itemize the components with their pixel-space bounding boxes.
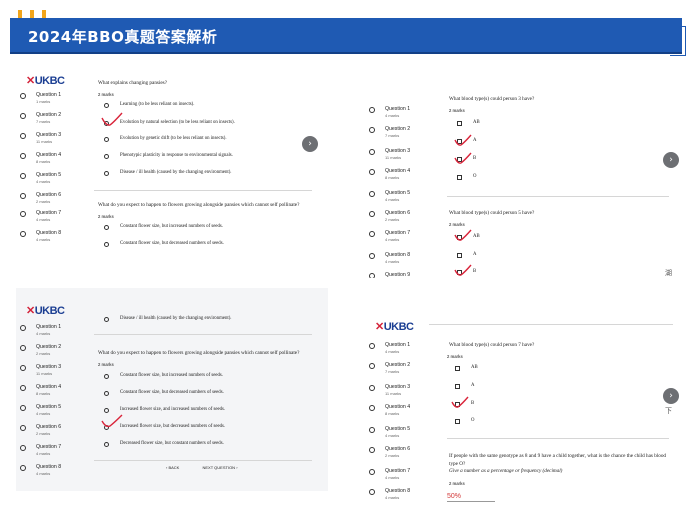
red-tick-mark: [454, 152, 472, 164]
question-nav-item[interactable]: Question 74 marks: [20, 210, 90, 228]
question-nav-item[interactable]: Question 54 marks: [369, 426, 439, 444]
question-hint: Give a number as a percentage or frequen…: [449, 468, 563, 474]
red-tick-mark: [451, 396, 469, 408]
page-title: 2024年BBO真题答案解析: [28, 28, 218, 46]
question-nav-item[interactable]: Question 62 marks: [369, 210, 439, 228]
side-watermark: 湖: [665, 269, 672, 277]
question-nav-item[interactable]: Question 54 marks: [20, 404, 90, 422]
screenshot-panel-4: ✕UKBC Question 14 marks Question 27 mark…: [367, 308, 680, 504]
question-text: What blood type(s) could person 7 have?: [449, 342, 535, 348]
question-nav-item[interactable]: Question 54 marks: [20, 172, 90, 190]
question-marks: 2 marks: [449, 481, 465, 486]
question-nav-item[interactable]: Question 22 marks: [20, 344, 90, 362]
screenshot-panel-3: Question 14 marks Question 27 marks Ques…: [367, 76, 680, 278]
ukbc-logo: ✕UKBC: [26, 75, 65, 87]
question-marks: 2 marks: [98, 214, 114, 219]
next-question-button[interactable]: NEXT QUESTION ›: [202, 465, 238, 470]
question-nav-item[interactable]: Question 84 marks: [20, 464, 90, 482]
divider: [447, 196, 669, 197]
question-nav-item[interactable]: Question 84 marks: [20, 230, 90, 248]
question-nav-item[interactable]: Question 62 marks: [369, 446, 439, 464]
question-nav-item[interactable]: Question 27 marks: [369, 362, 439, 380]
question-nav-item[interactable]: Question 54 marks: [369, 190, 439, 208]
question-text: What blood type(s) could person 3 have?: [449, 96, 535, 102]
red-tick-mark: [454, 134, 472, 146]
next-arrow-button[interactable]: ›: [663, 388, 679, 404]
screenshot-panel-2: ✕UKBC Disease / ill health (caused by th…: [16, 288, 328, 491]
next-arrow-button[interactable]: ›: [302, 136, 318, 152]
question-text: What do you expect to happen to flowers …: [98, 350, 300, 356]
question-nav-item[interactable]: Question 14 marks: [20, 324, 90, 342]
question-marks: 2 marks: [447, 354, 463, 359]
question-nav-item[interactable]: Question 84 marks: [369, 488, 439, 504]
red-tick-mark: [454, 229, 472, 241]
question-nav-item[interactable]: Question 84 marks: [369, 252, 439, 270]
red-tick-mark: [454, 264, 472, 276]
question-nav-item[interactable]: Question 48 marks: [20, 152, 90, 170]
divider: [94, 460, 312, 461]
back-button[interactable]: ‹ BACK: [166, 465, 179, 470]
question-nav-item[interactable]: Question 14 marks: [369, 106, 439, 124]
question-nav-item[interactable]: Question 3 11 marks: [20, 132, 90, 150]
ukbc-logo: ✕UKBC: [375, 321, 414, 333]
side-watermark: 下: [665, 407, 672, 415]
question-nav-item[interactable]: Question 3 11 marks: [20, 364, 90, 382]
question-text: What do you expect to happen to flowers …: [98, 202, 300, 208]
divider: [94, 190, 312, 191]
answer-input[interactable]: 50%: [447, 493, 461, 500]
question-nav-item[interactable]: Question 27 marks: [369, 126, 439, 144]
question-nav-item[interactable]: Question 11 marks: [20, 92, 90, 110]
question-marks: 2 marks: [98, 362, 114, 367]
question-nav-item[interactable]: Question 14 marks: [369, 342, 439, 360]
question-nav-item[interactable]: Question 9: [369, 272, 439, 278]
question-marks: 2 marks: [449, 108, 465, 113]
question-text: If people with the same genotype as 8 an…: [449, 453, 667, 459]
question-nav-item[interactable]: Question 62 marks: [20, 424, 90, 442]
question-text: What blood type(s) could person 5 have?: [449, 210, 535, 216]
question-nav-item[interactable]: Question 62 marks: [20, 192, 90, 210]
question-nav-item[interactable]: Question 3 11 marks: [369, 384, 439, 402]
question-text-continued: type O?: [449, 461, 466, 467]
divider: [429, 324, 673, 325]
screenshot-panel-1: ✕UKBC Question 11 marks Question 27 mark…: [16, 72, 328, 280]
banner-tab-decoration: [670, 26, 686, 56]
question-nav-item[interactable]: Question 74 marks: [369, 230, 439, 248]
divider: [94, 334, 312, 335]
question-nav-item[interactable]: Question 3 11 marks: [369, 148, 439, 166]
question-nav-item[interactable]: Question 48 marks: [369, 168, 439, 186]
divider: [447, 438, 669, 439]
question-nav-item[interactable]: Question 27 marks: [20, 112, 90, 130]
question-nav-item[interactable]: Question 74 marks: [369, 468, 439, 486]
question-nav-item[interactable]: Question 48 marks: [369, 404, 439, 422]
title-banner: 2024年BBO真题答案解析: [10, 18, 682, 54]
answer-underline: [447, 501, 495, 502]
question-text: What explains changing pansies?: [98, 80, 168, 86]
next-arrow-button[interactable]: ›: [663, 152, 679, 168]
ukbc-logo: ✕UKBC: [26, 305, 65, 317]
question-nav-item[interactable]: Question 74 marks: [20, 444, 90, 462]
question-nav-item[interactable]: Question 48 marks: [20, 384, 90, 402]
question-marks: 2 marks: [449, 222, 465, 227]
question-marks: 2 marks: [98, 92, 114, 97]
